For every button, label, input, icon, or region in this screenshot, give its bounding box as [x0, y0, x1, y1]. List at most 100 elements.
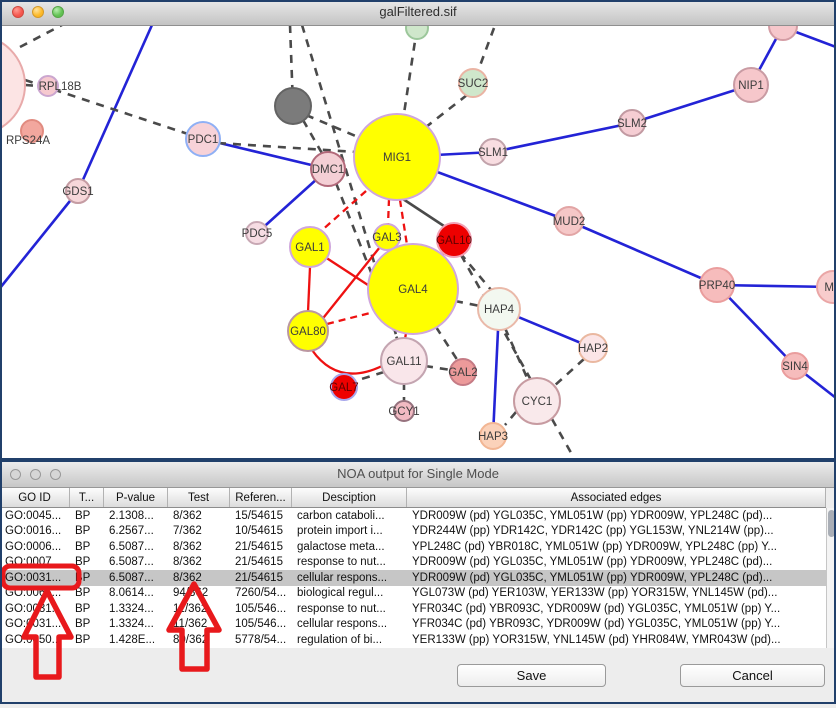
table-cell[interactable]: YGL073W (pd) YER103W, YER133W (pp) YOR31… [407, 587, 826, 599]
table-cell[interactable]: 8.0614... [104, 587, 168, 599]
network-graph[interactable]: RPL18BRPS24AGDS1PDC1DMC1MIG1SUC2SLM1SLM2… [0, 25, 836, 458]
table-cell[interactable]: 105/546... [230, 618, 292, 630]
table-cell[interactable]: YDR009W (pd) YGL035C, YML051W (pp) YDR00… [407, 510, 826, 522]
table-cell[interactable]: 10/54615 [230, 525, 292, 537]
table-cell[interactable]: 7/362 [168, 525, 230, 537]
table-cell[interactable]: cellular respons... [292, 572, 407, 584]
column-header-go-id[interactable]: GO ID [0, 488, 70, 507]
table-cell[interactable]: 11/362 [168, 603, 230, 615]
table-cell[interactable]: 1.3324... [104, 618, 168, 630]
table-cell[interactable]: 5778/54... [230, 634, 292, 646]
table-cell[interactable]: 2.1308... [104, 510, 168, 522]
graph-edge-gdash[interactable] [455, 301, 480, 306]
graph-node[interactable] [406, 25, 428, 39]
table-cell[interactable]: 8/362 [168, 556, 230, 568]
table-row[interactable]: GO:0016...BP6.2567...7/36210/54615protei… [0, 524, 826, 540]
table-cell[interactable]: 7260/54... [230, 587, 292, 599]
table-cell[interactable]: 21/54615 [230, 556, 292, 568]
graph-edge-rdash[interactable] [388, 199, 389, 225]
save-button[interactable]: Save [457, 664, 606, 687]
table-cell[interactable]: GO:0045... [0, 510, 70, 522]
table-cell[interactable]: galactose meta... [292, 541, 407, 553]
vertical-scrollbar[interactable] [826, 508, 836, 648]
table-cell[interactable]: BP [70, 572, 104, 584]
graph-edge-gdash[interactable] [436, 327, 458, 361]
table-cell[interactable]: 21/54615 [230, 541, 292, 553]
table-row[interactable]: GO:0006...BP6.5087...8/36221/54615galact… [0, 539, 826, 555]
table-cell[interactable]: 8/362 [168, 541, 230, 553]
table-cell[interactable]: 6.5087... [104, 572, 168, 584]
graph-node[interactable] [769, 25, 797, 40]
column-header-referen-[interactable]: Referen... [230, 488, 292, 507]
table-row[interactable]: GO:0031...BP1.3324...11/362105/546...res… [0, 601, 826, 617]
column-header-desciption[interactable]: Desciption [292, 488, 407, 507]
graph-edge-gdash[interactable] [552, 419, 574, 458]
graph-edge-gsolid[interactable] [403, 199, 450, 230]
cancel-button[interactable]: Cancel [680, 664, 825, 687]
graph-edge-blue[interactable] [78, 25, 152, 191]
table-cell[interactable]: BP [70, 587, 104, 599]
table-row[interactable]: GO:0045...BP2.1308...8/36215/54615carbon… [0, 508, 826, 524]
table-cell[interactable]: BP [70, 556, 104, 568]
graph-edge-blue[interactable] [0, 191, 78, 288]
table-cell[interactable]: YDR009W (pd) YGL035C, YML051W (pp) YDR00… [407, 556, 826, 568]
table-cell[interactable]: regulation of bi... [292, 634, 407, 646]
graph-edge-blue[interactable] [632, 85, 751, 123]
table-cell[interactable]: 8/362 [168, 572, 230, 584]
table-cell[interactable]: BP [70, 525, 104, 537]
graph-edge-gdash[interactable] [425, 366, 451, 370]
table-cell[interactable]: YFR034C (pd) YBR093C, YDR009W (pd) YGL03… [407, 603, 826, 615]
column-header-associated-edges[interactable]: Associated edges [407, 488, 826, 507]
table-cell[interactable]: YER133W (pp) YOR315W, YNL145W (pd) YHR08… [407, 634, 826, 646]
column-header-test[interactable]: Test [168, 488, 230, 507]
graph-edge-gdash[interactable] [460, 253, 492, 291]
table-cell[interactable]: response to nut... [292, 603, 407, 615]
table-cell[interactable]: protein import i... [292, 525, 407, 537]
table-cell[interactable]: carbon cataboli... [292, 510, 407, 522]
table-row[interactable]: GO:0065...BP8.0614...94/3627260/54...bio… [0, 586, 826, 602]
table-cell[interactable]: YDR244W (pp) YDR142C, YDR142C (pp) YGL15… [407, 525, 826, 537]
graph-edge-blue[interactable] [569, 221, 717, 285]
table-cell[interactable]: 1.428E... [104, 634, 168, 646]
graph-edge-gdash[interactable] [505, 412, 516, 425]
table-cell[interactable]: 80/362 [168, 634, 230, 646]
network-canvas[interactable]: RPL18BRPS24AGDS1PDC1DMC1MIG1SUC2SLM1SLM2… [0, 25, 836, 458]
table-cell[interactable]: 94/362 [168, 587, 230, 599]
graph-edge-rdash[interactable] [320, 183, 375, 232]
table-cell[interactable]: YDR009W (pd) YGL035C, YML051W (pp) YDR00… [407, 572, 826, 584]
graph-node[interactable] [0, 35, 25, 135]
graph-edge-gdash[interactable] [553, 359, 584, 387]
table-cell[interactable]: 21/54615 [230, 572, 292, 584]
table-cell[interactable]: 15/54615 [230, 510, 292, 522]
graph-edge-gdash[interactable] [426, 95, 467, 127]
table-cell[interactable]: 6.5087... [104, 556, 168, 568]
column-header-t-[interactable]: T... [70, 488, 104, 507]
table-cell[interactable]: BP [70, 603, 104, 615]
table-cell[interactable]: GO:0031... [0, 603, 70, 615]
table-cell[interactable]: GO:0016... [0, 525, 70, 537]
table-cell[interactable]: GO:0065... [0, 587, 70, 599]
table-cell[interactable]: biological regul... [292, 587, 407, 599]
table-cell[interactable]: BP [70, 510, 104, 522]
table-cell[interactable]: BP [70, 618, 104, 630]
table-cell[interactable]: 6.5087... [104, 541, 168, 553]
graph-edge-red[interactable] [325, 257, 371, 287]
table-row[interactable]: GO:0050...BP1.428E...80/3625778/54...reg… [0, 632, 826, 648]
table-cell[interactable]: 105/546... [230, 603, 292, 615]
table-row[interactable]: GO:0031...BP1.3324...11/362105/546...cel… [0, 617, 826, 633]
scrollbar-thumb[interactable] [828, 510, 835, 537]
table-cell[interactable]: 6.2567... [104, 525, 168, 537]
table-cell[interactable]: 11/362 [168, 618, 230, 630]
table-cell[interactable]: YPL248C (pd) YBR018C, YML051W (pp) YDR00… [407, 541, 826, 553]
table-cell[interactable]: 1.3324... [104, 603, 168, 615]
table-body[interactable]: GO:0045...BP2.1308...8/36215/54615carbon… [0, 508, 826, 648]
table-cell[interactable]: response to nut... [292, 556, 407, 568]
table-cell[interactable]: GO:0007... [0, 556, 70, 568]
table-cell[interactable]: cellular respons... [292, 618, 407, 630]
table-row[interactable]: GO:0007...BP6.5087...8/36221/54615respon… [0, 555, 826, 571]
graph-edge-blue[interactable] [493, 123, 632, 152]
column-header-p-value[interactable]: P-value [104, 488, 168, 507]
table-row[interactable]: GO:0031...BP6.5087...8/36221/54615cellul… [0, 570, 826, 586]
table-cell[interactable]: BP [70, 541, 104, 553]
graph-edge-red[interactable] [312, 350, 382, 374]
